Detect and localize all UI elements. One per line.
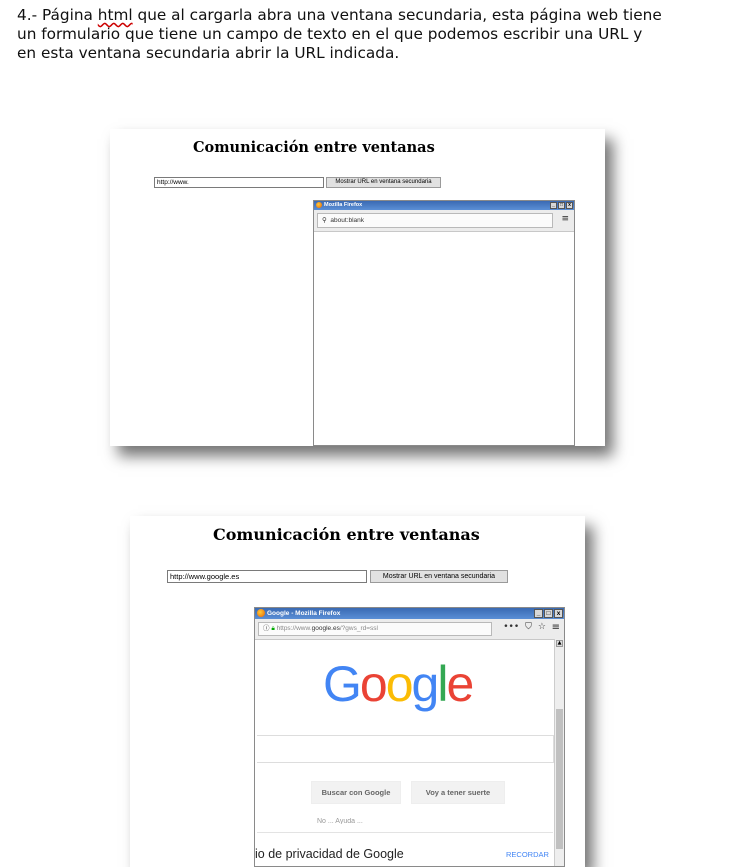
divider: [257, 832, 553, 833]
google-search-button[interactable]: Buscar con Google: [311, 781, 401, 804]
show-url-button[interactable]: Mostrar URL en ventana secundaria: [326, 177, 441, 188]
url-input[interactable]: http://www.google.es: [167, 570, 367, 583]
browser-toolbar: ⚲ about:blank ≡: [314, 210, 574, 232]
address-bar[interactable]: ⓘ 🔒︎ https://www.google.es/?gws_rd=ssl: [258, 622, 492, 636]
scrollbar[interactable]: ▲: [554, 639, 564, 866]
page-title: Comunicación entre ventanas: [193, 139, 435, 156]
intro-text: un formulario que tiene un campo de text…: [17, 25, 643, 43]
close-icon[interactable]: x: [554, 609, 563, 618]
logo-letter: g: [411, 656, 440, 712]
secondary-window: Google - Mozilla Firefox _ □ x ⓘ 🔒︎ https:…: [254, 607, 565, 867]
scroll-thumb[interactable]: [556, 709, 563, 849]
menu-icon[interactable]: ≡: [561, 214, 569, 224]
misspelled-word: html: [97, 6, 133, 24]
scroll-up-icon[interactable]: ▲: [556, 640, 563, 647]
maximize-icon[interactable]: □: [558, 202, 565, 209]
window-titlebar: Google - Mozilla Firefox _ □ x: [255, 608, 564, 619]
address-prefix: https://www.: [276, 625, 312, 632]
close-icon[interactable]: x: [566, 202, 573, 209]
firefox-icon: [257, 609, 265, 618]
window-title: Google - Mozilla Firefox: [267, 610, 341, 617]
lock-icon: 🔒︎: [271, 625, 275, 632]
logo-letter: o: [359, 656, 388, 712]
search-icon: ⚲: [322, 217, 327, 224]
minimize-icon[interactable]: _: [550, 202, 557, 209]
screenshot-google-popup: Comunicación entre ventanas http://www.g…: [130, 516, 585, 867]
address-bar[interactable]: ⚲ about:blank: [317, 213, 553, 228]
google-logo: Google: [323, 655, 474, 713]
logo-letter: G: [323, 656, 362, 712]
star-icon[interactable]: ☆: [538, 622, 546, 632]
exercise-description: 4.- Página html que al cargarla abra una…: [17, 6, 727, 63]
lucky-button[interactable]: Voy a tener suerte: [411, 781, 505, 804]
address-text: about:blank: [330, 217, 365, 224]
window-controls: _ □ x: [550, 202, 573, 209]
secondary-window: Mozilla Firefox _ □ x ⚲ about:blank ≡: [313, 200, 575, 446]
window-title: Mozilla Firefox: [324, 202, 363, 208]
screenshot-empty-popup: Comunicación entre ventanas http://www. …: [110, 129, 605, 446]
window-titlebar: Mozilla Firefox _ □ x: [314, 201, 574, 210]
privacy-notice: io de privacidad de Google: [255, 847, 404, 861]
page-title: Comunicación entre ventanas: [213, 525, 480, 544]
address-suffix: /?gws_rd=ssl: [339, 625, 378, 632]
google-search-input[interactable]: [257, 735, 554, 763]
logo-letter: e: [446, 656, 474, 712]
pocket-icon[interactable]: ⛉: [525, 622, 532, 632]
url-input[interactable]: http://www.: [154, 177, 324, 188]
minimize-icon[interactable]: _: [534, 609, 543, 618]
intro-text: 4.- Página: [17, 6, 98, 24]
browser-toolbar: ⓘ 🔒︎ https://www.google.es/?gws_rd=ssl •…: [255, 619, 564, 640]
remind-link[interactable]: RECORDAR: [506, 850, 549, 859]
menu-icon[interactable]: ≡: [552, 622, 560, 633]
info-icon[interactable]: ⓘ: [263, 625, 270, 632]
maximize-icon[interactable]: □: [544, 609, 553, 618]
logo-letter: o: [385, 656, 414, 712]
window-controls: _ □ x: [534, 609, 563, 618]
toolbar-icons: ••• ⛉ ☆: [503, 622, 546, 632]
address-domain: google.es: [311, 625, 340, 632]
show-url-button[interactable]: Mostrar URL en ventana secundaria: [370, 570, 508, 583]
more-icon[interactable]: •••: [503, 622, 519, 632]
intro-text: en esta ventana secundaria abrir la URL …: [17, 44, 400, 62]
faded-footer-text: No ... Ayuda ...: [317, 818, 363, 824]
firefox-icon: [316, 201, 322, 208]
intro-text: que al cargarla abra una ventana secunda…: [132, 6, 662, 24]
